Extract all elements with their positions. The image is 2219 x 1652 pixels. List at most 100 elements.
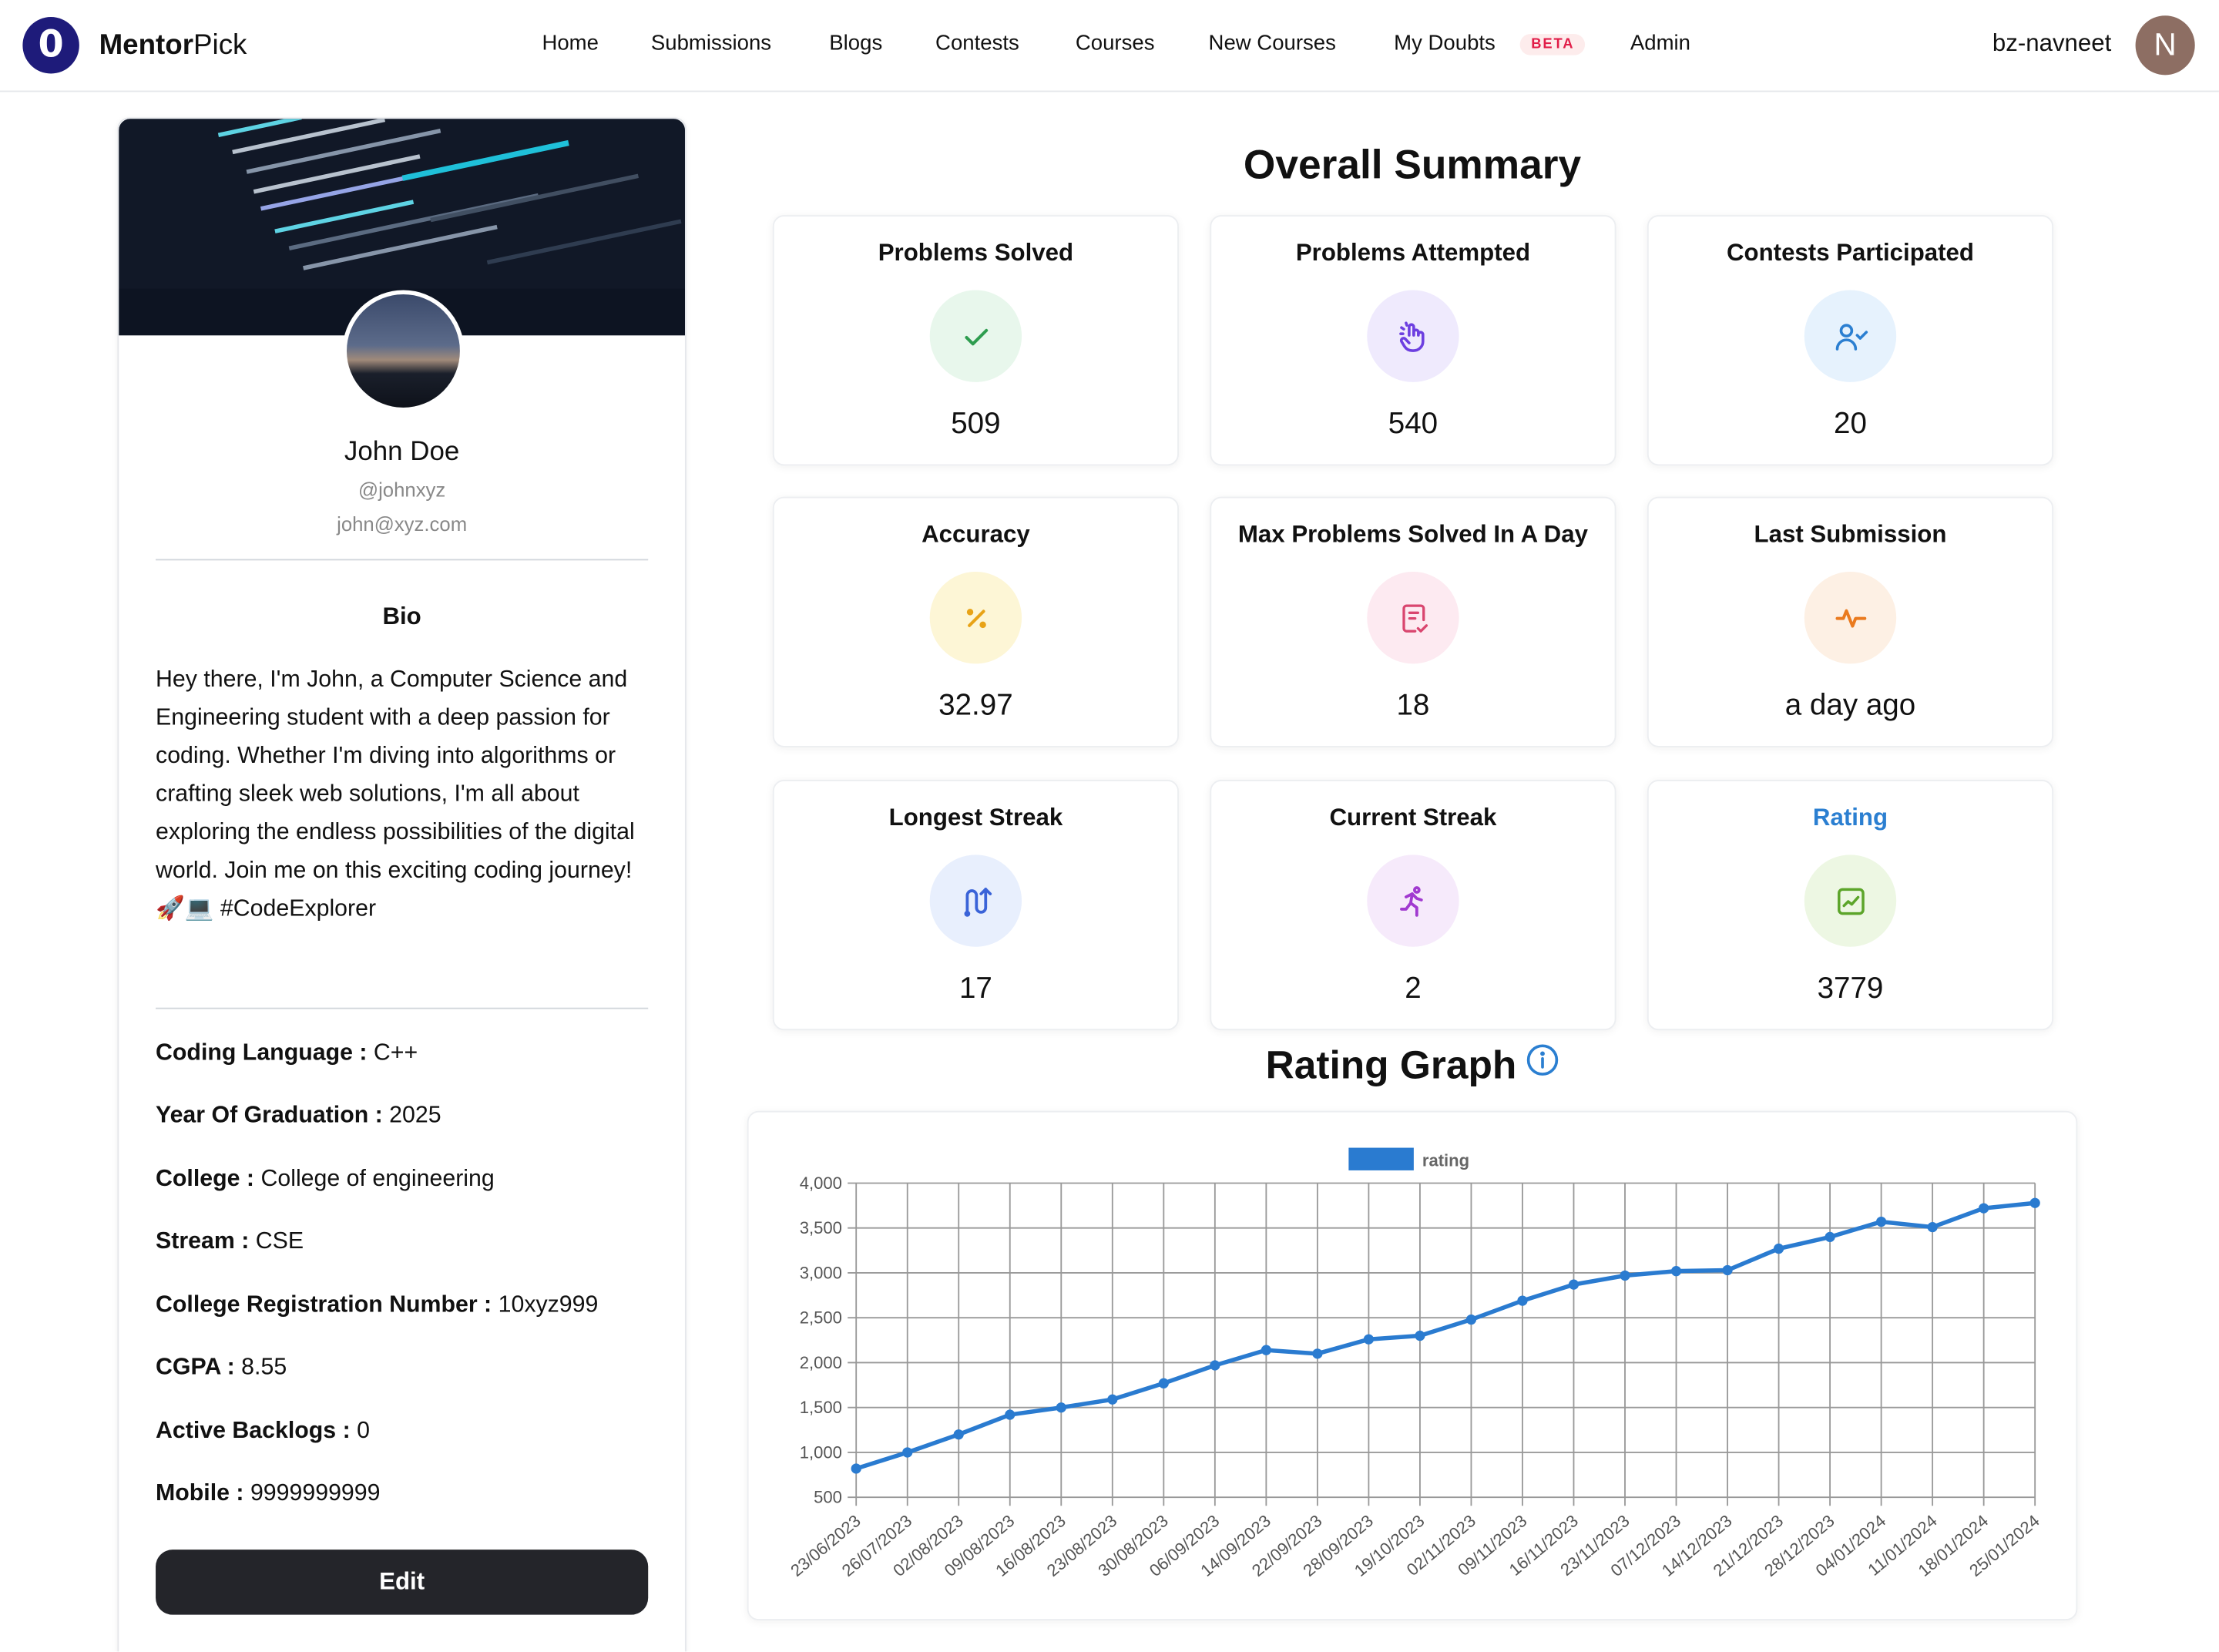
username[interactable]: bz-navneet bbox=[1992, 30, 2112, 59]
stat-label: Accuracy bbox=[922, 520, 1030, 548]
stat-value: 3779 bbox=[1817, 972, 1884, 1006]
rating-data-point bbox=[1670, 1266, 1682, 1277]
stat-label: Max Problems Solved In A Day bbox=[1237, 520, 1588, 548]
rating-data-point bbox=[1825, 1231, 1835, 1242]
stat-card-accuracy: Accuracy 32.97 bbox=[772, 496, 1179, 747]
detail-coding-language: Coding Language : C++ bbox=[156, 1039, 418, 1066]
detail-year-of-graduation: Year Of Graduation : 2025 bbox=[156, 1102, 441, 1128]
stat-card-contests-participated: Contests Participated 20 bbox=[1647, 215, 2054, 466]
chart-square-icon bbox=[1804, 855, 1897, 947]
rating-data-point bbox=[1722, 1264, 1733, 1276]
top-navbar: 0 MentorPick Home Submissions Blogs Cont… bbox=[0, 0, 2219, 92]
nav-link-submissions[interactable]: Submissions bbox=[651, 31, 771, 55]
detail-mobile: Mobile : 9999999999 bbox=[156, 1480, 381, 1506]
brand-name: MentorPick bbox=[99, 29, 247, 61]
stat-value: 17 bbox=[958, 972, 992, 1006]
stat-value: 18 bbox=[1396, 689, 1430, 722]
runner-icon bbox=[1367, 855, 1459, 947]
profile-name: John Doe bbox=[344, 437, 460, 468]
rating-data-point bbox=[1517, 1295, 1528, 1306]
stat-value: 32.97 bbox=[938, 689, 1013, 722]
rating-series-line bbox=[855, 1200, 2036, 1471]
user-check-icon bbox=[1804, 290, 1897, 382]
rating-data-point bbox=[1158, 1378, 1169, 1388]
summary-title: Overall Summary bbox=[1243, 143, 1582, 189]
rating-data-point bbox=[1773, 1243, 1784, 1254]
divider bbox=[156, 559, 649, 561]
stat-label: Problems Attempted bbox=[1295, 239, 1531, 267]
rating-data-point bbox=[1005, 1409, 1016, 1420]
detail-cgpa: CGPA : 8.55 bbox=[156, 1354, 287, 1380]
nav-link-contests[interactable]: Contests bbox=[935, 31, 1019, 55]
rating-data-point bbox=[1363, 1334, 1375, 1345]
detail-registration-number: College Registration Number : 10xyz999 bbox=[156, 1291, 599, 1318]
rating-data-point bbox=[1927, 1221, 1938, 1233]
rating-data-point bbox=[1568, 1279, 1579, 1290]
document-check-icon bbox=[1367, 572, 1459, 664]
rating-chart-card: rating 500 1,000 1,500 2,000 2,500 3,000 3,500 4… bbox=[747, 1110, 2078, 1621]
rating-data-point bbox=[1465, 1314, 1477, 1325]
rating-data-point bbox=[2029, 1197, 2040, 1208]
profile-picture bbox=[342, 290, 465, 412]
rating-data-point bbox=[1312, 1348, 1323, 1359]
y-tick-label: 1,500 bbox=[800, 1398, 842, 1417]
rating-data-point bbox=[1261, 1345, 1271, 1355]
rating-data-point bbox=[1876, 1216, 1887, 1227]
y-tick-label: 3,000 bbox=[800, 1263, 842, 1282]
detail-active-backlogs: Active Backlogs : 0 bbox=[156, 1418, 371, 1444]
profile-card: John Doe @johnxyz john@xyz.com Bio Hey t… bbox=[117, 117, 687, 1652]
rating-data-point bbox=[902, 1447, 913, 1458]
percent-icon bbox=[929, 572, 1022, 664]
stat-card-current-streak: Current Streak 2 bbox=[1210, 780, 1616, 1031]
stat-value: 2 bbox=[1405, 972, 1422, 1006]
profile-handle: @johnxyz bbox=[358, 478, 446, 502]
stat-card-problems-attempted: Problems Attempted 540 bbox=[1210, 215, 1616, 466]
activity-icon bbox=[1804, 572, 1897, 664]
divider bbox=[156, 1007, 649, 1009]
edit-profile-button[interactable]: Edit bbox=[156, 1550, 649, 1615]
pointer-hand-icon bbox=[1367, 290, 1459, 382]
nav-link-home[interactable]: Home bbox=[542, 31, 598, 55]
stat-card-max-problems-day: Max Problems Solved In A Day 18 bbox=[1210, 496, 1616, 747]
y-tick-label: 2,000 bbox=[800, 1353, 842, 1372]
rating-data-point bbox=[1620, 1270, 1630, 1281]
rating-data-point bbox=[851, 1463, 861, 1474]
nav-link-blogs[interactable]: Blogs bbox=[829, 31, 882, 55]
stat-card-longest-streak: Longest Streak 17 bbox=[772, 780, 1179, 1031]
check-icon bbox=[929, 290, 1022, 382]
stat-label: Current Streak bbox=[1329, 804, 1497, 831]
bio-title: Bio bbox=[382, 603, 421, 630]
y-tick-label: 4,000 bbox=[800, 1174, 842, 1193]
stat-label[interactable]: Rating bbox=[1649, 804, 2052, 832]
nav-link-admin[interactable]: Admin bbox=[1630, 31, 1690, 55]
detail-stream: Stream : CSE bbox=[156, 1228, 304, 1254]
nav-link-courses[interactable]: Courses bbox=[1076, 31, 1155, 55]
route-icon bbox=[929, 855, 1022, 947]
stat-label: Longest Streak bbox=[888, 804, 1063, 831]
rating-chart: rating 500 1,000 1,500 2,000 2,500 3,000 3,500 4… bbox=[787, 1147, 2043, 1580]
rating-data-point bbox=[953, 1429, 964, 1440]
nav-link-my-doubts[interactable]: My Doubts bbox=[1394, 31, 1496, 55]
rating-data-point bbox=[1107, 1394, 1118, 1405]
profile-email: john@xyz.com bbox=[337, 512, 468, 536]
stat-card-rating: Rating 3779 bbox=[1647, 780, 2054, 1031]
rating-data-point bbox=[1979, 1203, 1989, 1214]
stat-value: a day ago bbox=[1784, 689, 1916, 722]
rating-data-point bbox=[1210, 1360, 1220, 1371]
beta-badge: BETA bbox=[1519, 34, 1586, 55]
brand[interactable]: 0 MentorPick bbox=[22, 17, 247, 74]
y-tick-label: 2,500 bbox=[800, 1308, 842, 1328]
info-icon[interactable] bbox=[1525, 1041, 1559, 1086]
nav-link-new-courses[interactable]: New Courses bbox=[1209, 31, 1336, 55]
detail-college: College : College of engineering bbox=[156, 1166, 495, 1192]
rating-data-point bbox=[1415, 1330, 1425, 1341]
brand-logo: 0 bbox=[22, 17, 79, 74]
stat-card-last-submission: Last Submission a day ago bbox=[1647, 496, 2054, 747]
legend-swatch bbox=[1348, 1147, 1414, 1170]
y-tick-label: 500 bbox=[814, 1488, 842, 1507]
y-tick-label: 3,500 bbox=[800, 1218, 842, 1237]
stat-card-problems-solved: Problems Solved 509 bbox=[772, 215, 1179, 466]
user-avatar[interactable]: N bbox=[2135, 15, 2195, 76]
y-tick-label: 1,000 bbox=[800, 1442, 842, 1462]
bio-text: Hey there, I'm John, a Computer Science … bbox=[156, 667, 635, 922]
